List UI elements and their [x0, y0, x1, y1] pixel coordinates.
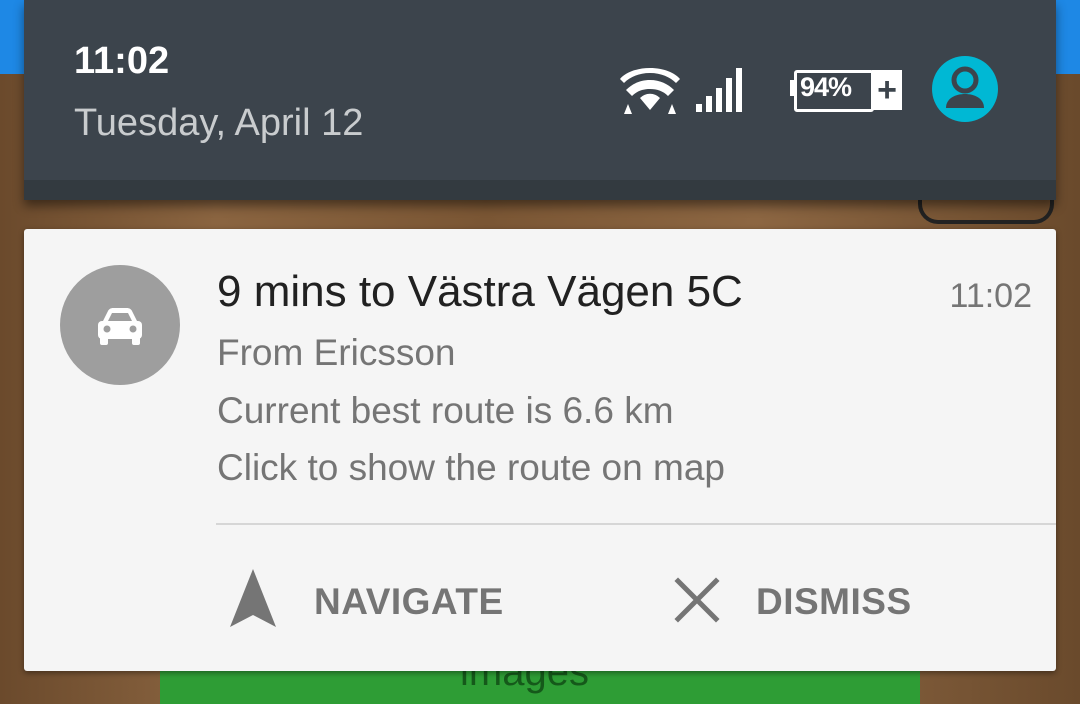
shade-bottom-strip	[24, 180, 1056, 200]
person-icon	[946, 66, 984, 108]
navigate-label: NAVIGATE	[314, 581, 504, 622]
background-app-bar-left	[0, 0, 24, 74]
notification-time: 11:02	[949, 277, 1032, 315]
actions-divider	[216, 523, 1056, 525]
notification-shade-header: 11:02 Tuesday, April 12 94% +	[24, 0, 1056, 200]
charging-plus-icon: +	[872, 70, 902, 110]
battery-icon: 94% +	[790, 68, 904, 112]
notification-title: 9 mins to Västra Vägen 5C	[217, 267, 743, 316]
battery-percent: 94%	[800, 72, 852, 102]
close-icon	[674, 577, 720, 623]
dismiss-button[interactable]: DISMISS	[672, 567, 972, 637]
car-icon	[60, 265, 180, 385]
wifi-icon	[620, 68, 680, 114]
signal-icon	[696, 68, 742, 112]
dismiss-label: DISMISS	[756, 581, 912, 622]
clock: 11:02	[74, 40, 170, 82]
notification-line-hint: Click to show the route on map	[217, 447, 725, 488]
avatar-icon[interactable]	[932, 56, 998, 122]
navigate-button[interactable]: NAVIGATE	[228, 567, 528, 637]
date: Tuesday, April 12	[74, 102, 364, 144]
car-glyph	[98, 308, 142, 345]
notification-line-distance: Current best route is 6.6 km	[217, 390, 674, 431]
notification-card[interactable]: 9 mins to Västra Vägen 5C 11:02 From Eri…	[24, 229, 1056, 671]
notification-line-origin: From Ericsson	[217, 332, 456, 373]
navigation-arrow-icon	[230, 569, 276, 627]
background-app-bar-right	[1056, 0, 1080, 74]
